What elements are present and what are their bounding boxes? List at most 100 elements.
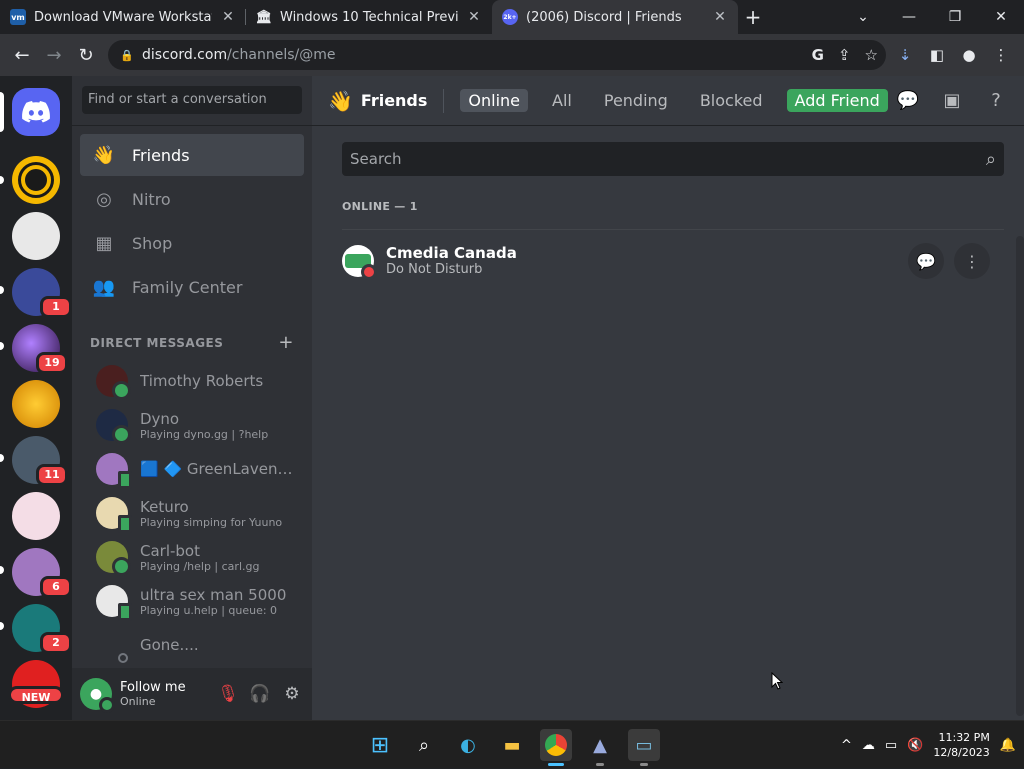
back-icon[interactable]: ← <box>6 39 38 71</box>
minimize-icon[interactable]: — <box>886 0 932 34</box>
address-bar[interactable]: 🔒 discord.com/channels/@me G ⇪ ☆ <box>108 40 886 70</box>
windows-start-icon[interactable]: ⊞ <box>364 729 396 761</box>
new-group-dm-icon[interactable]: 💬 <box>896 89 920 113</box>
browser-tab-archive[interactable]: 🏛 Windows 10 Technical Preview B ✕ <box>246 0 492 34</box>
status-indicator <box>112 381 131 400</box>
nav-item-nitro[interactable]: ◎ Nitro <box>80 178 304 220</box>
friend-row[interactable]: Cmedia Canada Do Not Disturb 💬 ⋮ <box>342 229 1004 291</box>
more-options-icon[interactable]: ⋮ <box>954 243 990 279</box>
dm-activity: Playing u.help | queue: 0 <box>140 603 278 617</box>
close-tab-icon[interactable]: ✕ <box>220 9 236 25</box>
network-icon[interactable]: ▭ <box>885 738 897 753</box>
inbox-icon[interactable]: ▣ <box>940 89 964 113</box>
add-friend-button[interactable]: Add Friend <box>786 89 888 112</box>
onedrive-icon[interactable]: ☁ <box>862 738 875 753</box>
tab-online[interactable]: Online <box>460 89 529 112</box>
server-icon-anime[interactable] <box>12 492 60 540</box>
nav-item-friends[interactable]: 👋 Friends <box>80 134 304 176</box>
headphones-icon[interactable]: 🎧 <box>248 682 272 706</box>
close-tab-icon[interactable]: ✕ <box>466 9 482 25</box>
browser-toolbar-right: ⇣ ◧ ● ⋮ <box>894 40 1012 70</box>
clock[interactable]: 11:32 PM 12/8/2023 <box>933 730 989 760</box>
mention-badge: 11 <box>36 464 68 486</box>
server-icon-meme[interactable] <box>12 212 60 260</box>
find-conversation-button[interactable]: Find or start a conversation <box>82 86 302 114</box>
restore-icon[interactable]: ❐ <box>932 0 978 34</box>
side-panel-icon[interactable]: ◧ <box>926 44 948 66</box>
avatar <box>96 453 132 489</box>
browser-tab-vmware[interactable]: vm Download VMware Workstation ✕ <box>0 0 246 34</box>
new-tab-button[interactable]: + <box>738 0 768 34</box>
friend-avatar <box>342 244 377 280</box>
nav-item-shop[interactable]: ▦ Shop <box>80 222 304 264</box>
friends-header-icon: 👋 <box>328 88 353 113</box>
mobile-status-icon <box>118 603 132 621</box>
mobile-status-icon <box>118 471 132 489</box>
bookmark-star-icon[interactable]: ☆ <box>865 46 878 64</box>
dm-name: Gone.... <box>140 636 199 654</box>
scrollbar[interactable] <box>1016 236 1024 716</box>
avatar <box>96 541 131 576</box>
tab-all[interactable]: All <box>544 89 580 112</box>
dm-item[interactable]: Carl-bot Playing /help | carl.gg <box>80 535 304 579</box>
edge-icon[interactable]: ◐ <box>452 729 484 761</box>
dm-item[interactable]: ultra sex man 5000 Playing u.help | queue… <box>80 579 304 623</box>
reload-icon[interactable]: ↻ <box>70 39 102 71</box>
unread-indicator <box>0 342 4 350</box>
tray-overflow-icon[interactable]: ^ <box>841 738 852 753</box>
forward-icon[interactable]: → <box>38 39 70 71</box>
file-explorer-icon[interactable]: ▬ <box>496 729 528 761</box>
username: Follow me <box>120 680 186 695</box>
dm-item[interactable]: 🟦 🔷 GreenLavender... <box>80 447 304 491</box>
page-title: Friends <box>360 91 428 110</box>
discord-home-button[interactable] <box>12 88 60 136</box>
extension-icon[interactable]: ⇣ <box>894 44 916 66</box>
remote-desktop-icon[interactable]: ▭ <box>628 729 660 766</box>
google-icon[interactable]: G <box>812 46 824 64</box>
share-icon[interactable]: ⇪ <box>838 46 851 64</box>
create-dm-icon[interactable]: + <box>278 332 294 353</box>
notification-bell-icon[interactable]: 🔔 <box>1000 738 1016 753</box>
new-badge: NEW <box>8 686 64 704</box>
tab-pending[interactable]: Pending <box>596 89 676 112</box>
user-info[interactable]: Follow me Online <box>120 680 186 708</box>
chrome-icon[interactable] <box>540 729 572 766</box>
system-tray: ^ ☁ ▭ 🔇 11:32 PM 12/8/2023 🔔 <box>841 721 1016 769</box>
tab-search-icon[interactable]: ⌄ <box>840 0 886 34</box>
microphone-muted-icon[interactable]: 🎙 <box>216 682 240 706</box>
photos-icon[interactable]: ▲ <box>584 729 616 766</box>
avatar <box>96 585 132 621</box>
close-window-icon[interactable]: ✕ <box>978 0 1024 34</box>
search-icon: ⌕ <box>985 148 996 170</box>
dm-item[interactable]: Keturo Playing simping for Yuuno <box>80 491 304 535</box>
nav-item-family-center[interactable]: 👥 Family Center <box>80 266 304 308</box>
nitro-icon: ◎ <box>96 188 112 210</box>
menu-kebab-icon[interactable]: ⋮ <box>990 44 1012 66</box>
tab-blocked[interactable]: Blocked <box>692 89 771 112</box>
chrome-logo-icon <box>545 734 567 756</box>
settings-gear-icon[interactable]: ⚙ <box>280 682 304 706</box>
tab-title: Download VMware Workstation <box>34 9 212 25</box>
friends-search-input[interactable]: Search ⌕ <box>342 142 1004 176</box>
dm-item[interactable]: Dyno Playing dyno.gg | ?help <box>80 403 304 447</box>
search-icon[interactable]: ⌕ <box>408 729 440 761</box>
volume-muted-icon[interactable]: 🔇 <box>907 738 923 753</box>
help-icon[interactable]: ? <box>984 89 1008 113</box>
dm-item[interactable]: Gone.... <box>80 623 304 667</box>
browser-tab-discord[interactable]: 2k+ (2006) Discord | Friends ✕ <box>492 0 738 34</box>
server-icon-sunflower[interactable] <box>12 380 60 428</box>
dm-item[interactable]: Timothy Roberts <box>80 359 304 403</box>
lock-icon[interactable]: 🔒 <box>120 49 134 62</box>
family-icon: 👥 <box>92 276 116 298</box>
omnibox-icons: G ⇪ ☆ <box>812 46 878 64</box>
header-divider <box>443 88 445 113</box>
mention-badge: 2 <box>40 632 72 654</box>
server-icon-film[interactable] <box>12 156 60 204</box>
user-avatar[interactable]: ● <box>80 678 115 713</box>
close-tab-icon[interactable]: ✕ <box>712 9 728 25</box>
server-list: 1 19 11 6 2 NEW <box>0 76 72 720</box>
profile-icon[interactable]: ● <box>958 44 980 66</box>
unread-indicator <box>0 454 4 462</box>
message-icon[interactable]: 💬 <box>908 243 944 279</box>
unread-indicator <box>0 286 4 294</box>
